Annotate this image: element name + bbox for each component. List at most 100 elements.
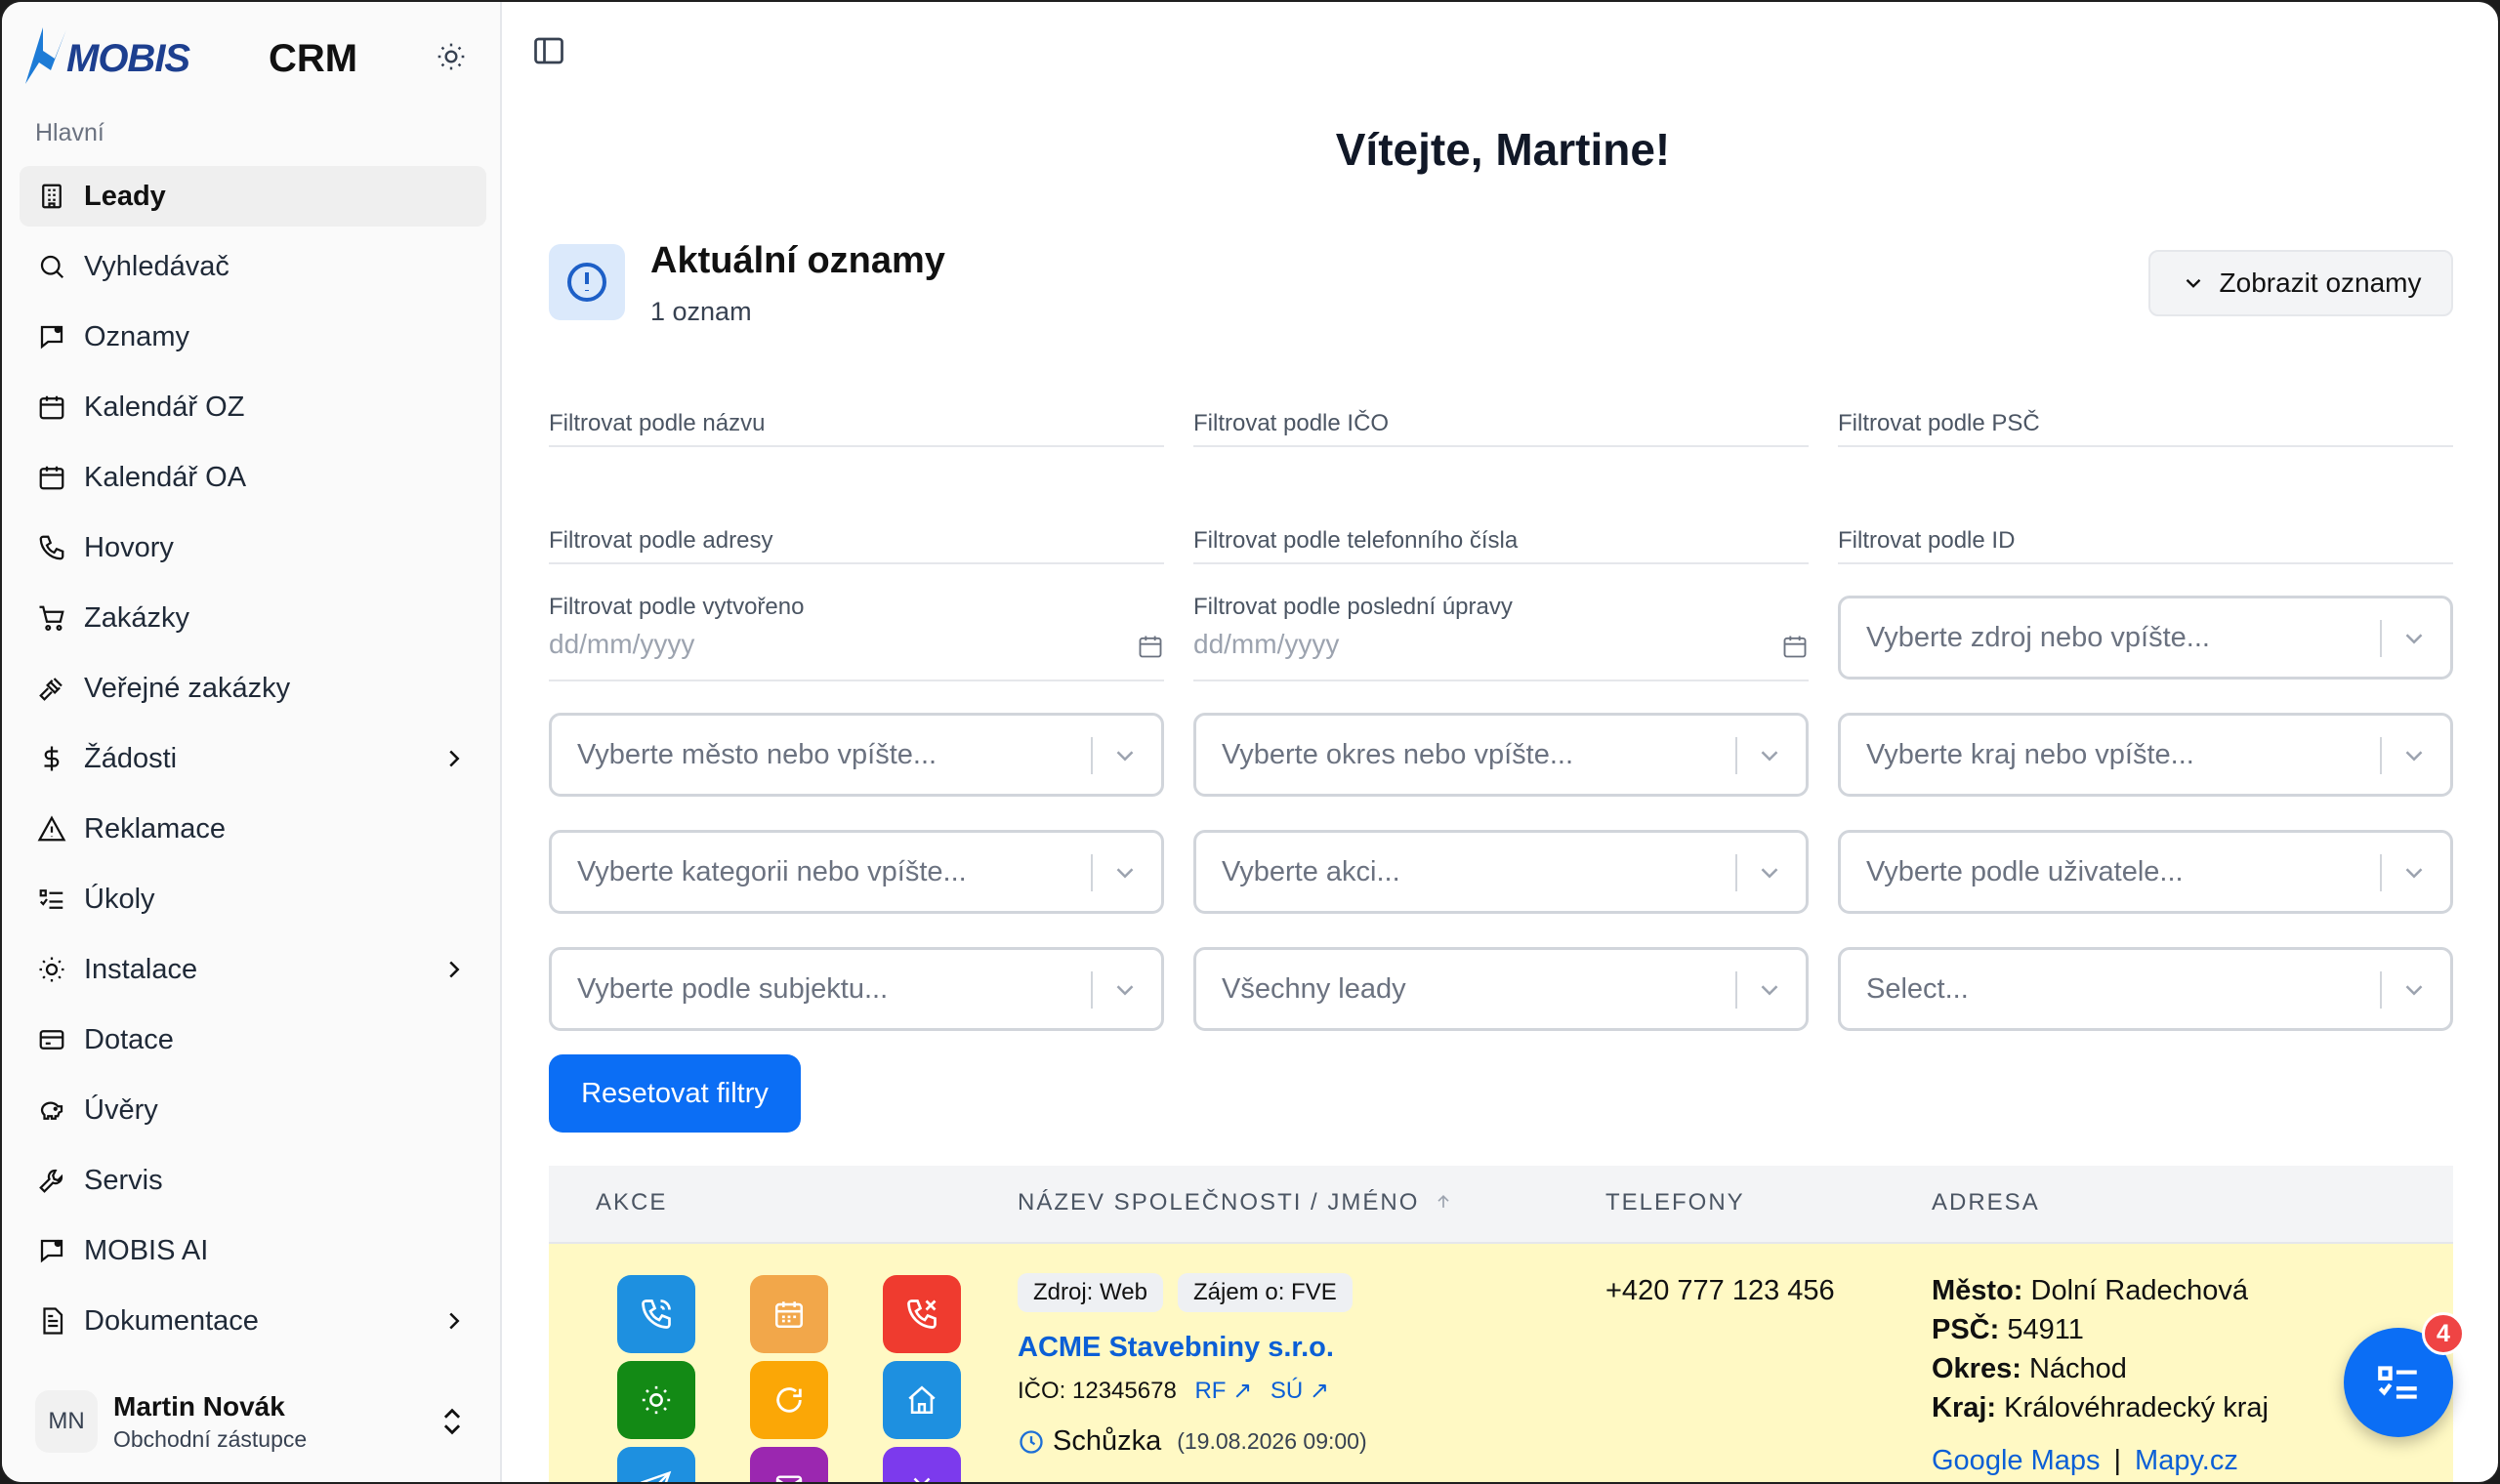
- theme-toggle-button[interactable]: [430, 35, 473, 78]
- filter-district-placeholder: Vyberte okres nebo vpíšte...: [1222, 739, 1574, 770]
- sidebar-item-zakazky[interactable]: Zakázky: [20, 588, 486, 648]
- sidebar-item-label: Kalendář OA: [84, 461, 247, 493]
- filter-generic-select[interactable]: Select...: [1838, 947, 2453, 1031]
- sun-icon: [35, 953, 68, 986]
- sidebar-item-vyhledavac[interactable]: Vyhledávač: [20, 236, 486, 297]
- chevron-down-icon: [2405, 634, 2423, 644]
- filter-source-select[interactable]: Vyberte zdroj nebo vpíšte...: [1838, 596, 2453, 680]
- column-header-actions: AKCE: [596, 1189, 668, 1216]
- filter-city-placeholder: Vyberte město nebo vpíšte...: [577, 739, 938, 770]
- filter-leads-select[interactable]: Všechny leady: [1193, 947, 1809, 1031]
- filter-region-select[interactable]: Vyberte kraj nebo vpíšte...: [1838, 713, 2453, 797]
- chevron-down-icon: [1761, 751, 1778, 762]
- phone-number[interactable]: +420 777 123 456: [1605, 1275, 1835, 1307]
- sidebar-item-ukoly[interactable]: Úkoly: [20, 869, 486, 929]
- address-region-label: Kraj:: [1932, 1392, 1997, 1423]
- sort-arrow-up-icon: [1438, 1194, 1449, 1208]
- call-button[interactable]: [617, 1275, 695, 1353]
- clock-icon: [1020, 1429, 1043, 1454]
- filter-created-placeholder: dd/mm/yyyy: [549, 629, 695, 659]
- missed-call-button[interactable]: [883, 1275, 961, 1353]
- address-region-value: Královéhradecký kraj: [2004, 1392, 2269, 1423]
- sidebar-item-reklamace[interactable]: Reklamace: [20, 799, 486, 859]
- calendar-icon[interactable]: [1137, 633, 1164, 660]
- notification-badge: 4: [2422, 1312, 2465, 1355]
- interest-tag: Zájem o: FVE: [1178, 1273, 1353, 1312]
- alert-circle-icon: [567, 263, 606, 302]
- filter-modified-date[interactable]: Filtrovat podle poslední úpravy dd/mm/yy…: [1193, 594, 1809, 681]
- filter-ico-input[interactable]: Filtrovat podle IČO: [1193, 392, 1809, 447]
- column-header-company[interactable]: NÁZEV SPOLEČNOSTI / JMÉNO: [1018, 1189, 1453, 1216]
- sidebar-item-zadosti[interactable]: Žádosti: [20, 728, 486, 789]
- source-tag: Zdroj: Web: [1018, 1273, 1163, 1312]
- address-psc-label: PSČ:: [1932, 1314, 2000, 1345]
- chevron-down-icon: [2405, 751, 2423, 762]
- address-district-label: Okres:: [1932, 1353, 2021, 1384]
- sidebar-item-hovory[interactable]: Hovory: [20, 517, 486, 578]
- su-link[interactable]: SÚ ↗: [1271, 1378, 1329, 1404]
- sidebar-item-verejne-zakazky[interactable]: Veřejné zakázky: [20, 658, 486, 719]
- calendar-icon: [35, 461, 68, 494]
- sidebar-item-instalace[interactable]: Instalace: [20, 939, 486, 1000]
- sidebar-item-kalendar-oz[interactable]: Kalendář OZ: [20, 377, 486, 437]
- sidebar-item-label: MOBIS AI: [84, 1234, 209, 1266]
- select-separator: [1091, 854, 1093, 891]
- filter-address-input[interactable]: Filtrovat podle adresy: [549, 510, 1164, 564]
- filter-user-select[interactable]: Vyberte podle uživatele...: [1838, 830, 2453, 914]
- column-header-phones: TELEFONY: [1605, 1189, 1745, 1216]
- select-separator: [1735, 737, 1737, 774]
- sidebar-item-label: Úvěry: [84, 1093, 158, 1126]
- filter-action-select[interactable]: Vyberte akci...: [1193, 830, 1809, 914]
- sidebar-item-kalendar-oa[interactable]: Kalendář OA: [20, 447, 486, 508]
- company-link[interactable]: ACME Stavebniny s.r.o.: [1018, 1332, 1334, 1364]
- sidebar-item-servis[interactable]: Servis: [20, 1150, 486, 1211]
- filter-subject-select[interactable]: Vyberte podle subjektu...: [549, 947, 1164, 1031]
- message-icon: [35, 1234, 68, 1267]
- wrench-icon: [35, 1164, 68, 1197]
- filter-phone-input[interactable]: Filtrovat podle telefonního čísla: [1193, 510, 1809, 564]
- filter-category-select[interactable]: Vyberte kategorii nebo vpíšte...: [549, 830, 1164, 914]
- sidebar-item-leady[interactable]: Leady: [20, 166, 486, 227]
- google-maps-link[interactable]: Google Maps: [1932, 1445, 2101, 1476]
- rf-link[interactable]: RF ↗: [1194, 1378, 1252, 1404]
- filter-name-input[interactable]: Filtrovat podle názvu: [549, 392, 1164, 447]
- filter-psc-input[interactable]: Filtrovat podle PSČ: [1838, 392, 2453, 447]
- piggy-icon: [35, 1093, 68, 1127]
- email-button[interactable]: [750, 1447, 828, 1482]
- section-label-main: Hlavní: [35, 119, 104, 146]
- filter-id-input[interactable]: Filtrovat podle ID: [1838, 510, 2453, 564]
- sidebar-toggle-icon[interactable]: [531, 33, 566, 68]
- installation-button[interactable]: [617, 1361, 695, 1439]
- address-district-value: Náchod: [2028, 1353, 2127, 1384]
- filter-district-select[interactable]: Vyberte okres nebo vpíšte...: [1193, 713, 1809, 797]
- sidebar-item-dotace[interactable]: Dotace: [20, 1010, 486, 1070]
- sidebar-item-mobis-ai[interactable]: MOBIS AI: [20, 1220, 486, 1281]
- home-button[interactable]: [883, 1361, 961, 1439]
- show-announcements-button[interactable]: Zobrazit oznamy: [2148, 250, 2453, 316]
- filter-created-label: Filtrovat podle vytvořeno: [549, 594, 805, 620]
- filter-created-date[interactable]: Filtrovat podle vytvořeno dd/mm/yyyy: [549, 594, 1164, 681]
- refresh-button[interactable]: [750, 1361, 828, 1439]
- chevron-down-icon: [2405, 868, 2423, 879]
- company-ico: IČO: 12345678: [1018, 1378, 1177, 1404]
- send-button[interactable]: [617, 1447, 695, 1482]
- mobis-logo[interactable]: MOBIS: [20, 23, 190, 92]
- sidebar-item-label: Kalendář OZ: [84, 391, 245, 423]
- sidebar-nav: Leady Vyhledávač Oznamy Kalendář OZ Kale…: [20, 166, 486, 1361]
- column-header-address: ADRESA: [1932, 1189, 2040, 1216]
- calendar-icon[interactable]: [1781, 633, 1809, 660]
- user-menu[interactable]: MN Martin Novák Obchodní zástupce: [20, 1377, 486, 1466]
- sidebar-item-oznamy[interactable]: Oznamy: [20, 307, 486, 367]
- page-title: Vítejte, Martine!: [1335, 124, 1671, 175]
- filter-region-placeholder: Vyberte kraj nebo vpíšte...: [1866, 739, 2194, 770]
- chevron-down-icon: [2405, 985, 2423, 996]
- warning-icon: [35, 812, 68, 845]
- mapy-cz-link[interactable]: Mapy.cz: [2135, 1445, 2238, 1476]
- sidebar-item-uvery[interactable]: Úvěry: [20, 1080, 486, 1140]
- reset-filters-button[interactable]: Resetovat filtry: [549, 1054, 801, 1133]
- delete-button[interactable]: [883, 1447, 961, 1482]
- announcements-count: 1 oznam: [650, 297, 752, 326]
- filter-city-select[interactable]: Vyberte město nebo vpíšte...: [549, 713, 1164, 797]
- schedule-button[interactable]: [750, 1275, 828, 1353]
- sidebar-item-dokumentace[interactable]: Dokumentace: [20, 1291, 486, 1351]
